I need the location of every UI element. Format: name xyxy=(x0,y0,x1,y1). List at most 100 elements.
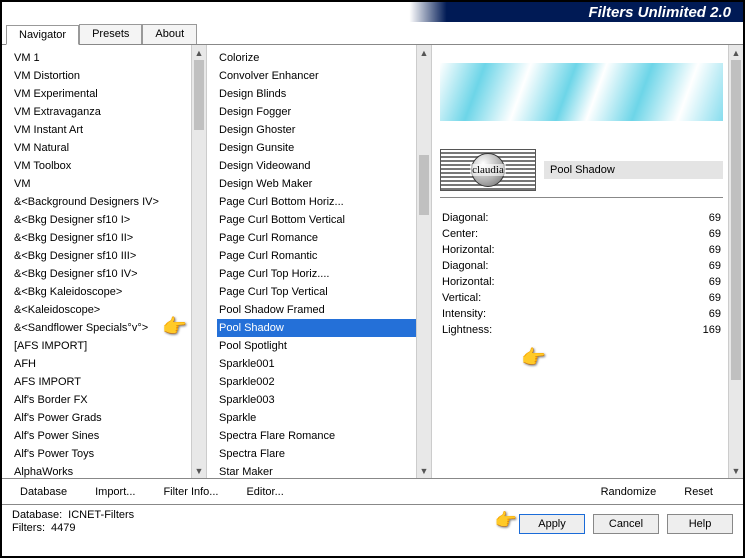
scroll-track[interactable] xyxy=(192,60,206,463)
tab-presets[interactable]: Presets xyxy=(79,24,142,44)
reset-button[interactable]: Reset xyxy=(684,486,713,498)
param-row[interactable]: Lightness:169 xyxy=(440,322,723,338)
list-item[interactable]: Page Curl Romance xyxy=(217,229,429,247)
scrollbar-col2[interactable]: ▲ ▼ xyxy=(416,45,431,478)
list-item[interactable]: &<Bkg Designer sf10 IV> xyxy=(12,265,204,283)
filter-column: ColorizeConvolver EnhancerDesign BlindsD… xyxy=(207,45,432,478)
list-item[interactable]: Design Blinds xyxy=(217,85,429,103)
scroll-down-icon[interactable]: ▼ xyxy=(729,463,743,478)
param-label: Diagonal: xyxy=(442,260,488,272)
param-row[interactable]: Horizontal:69 xyxy=(440,242,723,258)
param-row[interactable]: Diagonal:69 xyxy=(440,258,723,274)
list-item[interactable]: &<Bkg Designer sf10 II> xyxy=(12,229,204,247)
tab-bar: Navigator Presets About xyxy=(2,22,743,45)
list-item[interactable]: Convolver Enhancer xyxy=(217,67,429,85)
list-item[interactable]: Pool Shadow Framed xyxy=(217,301,429,319)
list-item[interactable]: Spectra Flare xyxy=(217,445,429,463)
list-item[interactable]: Page Curl Top Horiz.... xyxy=(217,265,429,283)
list-item[interactable]: Design Gunsite xyxy=(217,139,429,157)
filter-list[interactable]: ColorizeConvolver EnhancerDesign BlindsD… xyxy=(207,45,431,478)
status-bar: Database: ICNET-Filters Filters: 4479 👉 … xyxy=(2,504,743,538)
list-item[interactable]: Design Videowand xyxy=(217,157,429,175)
param-label: Horizontal: xyxy=(442,276,495,288)
list-item[interactable]: Page Curl Top Vertical xyxy=(217,283,429,301)
editor-button[interactable]: Editor... xyxy=(246,486,283,498)
preview-content: claudia Pool Shadow Diagonal:69Center:69… xyxy=(432,45,743,478)
param-value: 69 xyxy=(709,228,721,240)
list-item[interactable]: Sparkle xyxy=(217,409,429,427)
list-item[interactable]: VM 1 xyxy=(12,49,204,67)
scrollbar-col3[interactable]: ▲ ▼ xyxy=(728,45,743,478)
param-row[interactable]: Diagonal:69 xyxy=(440,210,723,226)
list-item[interactable]: AFH xyxy=(12,355,204,373)
scrollbar-col1[interactable]: ▲ ▼ xyxy=(191,45,206,478)
tab-about[interactable]: About xyxy=(142,24,197,44)
list-item[interactable]: Design Ghoster xyxy=(217,121,429,139)
scroll-down-icon[interactable]: ▼ xyxy=(192,463,206,478)
category-column: VM 1VM DistortionVM ExperimentalVM Extra… xyxy=(2,45,207,478)
list-item[interactable]: &<Kaleidoscope> xyxy=(12,301,204,319)
list-item[interactable]: VM xyxy=(12,175,204,193)
list-item[interactable]: Design Web Maker xyxy=(217,175,429,193)
list-item[interactable]: Design Fogger xyxy=(217,103,429,121)
dialog-buttons: 👉 Apply Cancel Help xyxy=(519,514,733,534)
filter-info-button[interactable]: Filter Info... xyxy=(163,486,218,498)
randomize-button[interactable]: Randomize xyxy=(601,486,657,498)
scroll-track[interactable] xyxy=(729,60,743,463)
list-item[interactable]: Sparkle003 xyxy=(217,391,429,409)
list-item[interactable]: AFS IMPORT xyxy=(12,373,204,391)
list-item[interactable]: &<Background Designers IV> xyxy=(12,193,204,211)
cancel-button[interactable]: Cancel xyxy=(593,514,659,534)
list-item[interactable]: Sparkle002 xyxy=(217,373,429,391)
scroll-up-icon[interactable]: ▲ xyxy=(192,45,206,60)
list-item[interactable]: Page Curl Romantic xyxy=(217,247,429,265)
main-area: VM 1VM DistortionVM ExperimentalVM Extra… xyxy=(2,45,743,478)
list-item[interactable]: VM Instant Art xyxy=(12,121,204,139)
filter-preview xyxy=(440,63,723,121)
filters-label: Filters: xyxy=(12,522,45,534)
list-item[interactable]: &<Bkg Kaleidoscope> xyxy=(12,283,204,301)
list-item[interactable]: Alf's Power Grads xyxy=(12,409,204,427)
list-item[interactable]: Alf's Border FX xyxy=(12,391,204,409)
param-row[interactable]: Center: 69 xyxy=(440,226,723,242)
scroll-thumb[interactable] xyxy=(419,155,429,215)
list-item[interactable]: &<Sandflower Specials°v°> xyxy=(12,319,204,337)
list-item[interactable]: Alf's Power Sines xyxy=(12,427,204,445)
list-item[interactable]: Star Maker xyxy=(217,463,429,478)
list-item[interactable]: &<Bkg Designer sf10 III> xyxy=(12,247,204,265)
list-item[interactable]: AlphaWorks xyxy=(12,463,204,478)
db-label: Database: xyxy=(12,509,62,521)
scroll-thumb[interactable] xyxy=(731,60,741,380)
param-row[interactable]: Vertical:69 xyxy=(440,290,723,306)
help-button[interactable]: Help xyxy=(667,514,733,534)
list-item[interactable]: Page Curl Bottom Vertical xyxy=(217,211,429,229)
list-item[interactable]: Pool Spotlight xyxy=(217,337,429,355)
list-item[interactable]: Colorize xyxy=(217,49,429,67)
list-item[interactable]: VM Toolbox xyxy=(12,157,204,175)
list-item[interactable]: VM Experimental xyxy=(12,85,204,103)
filter-name: Pool Shadow xyxy=(544,161,723,179)
scroll-up-icon[interactable]: ▲ xyxy=(729,45,743,60)
category-list[interactable]: VM 1VM DistortionVM ExperimentalVM Extra… xyxy=(2,45,206,478)
list-item[interactable]: Pool Shadow xyxy=(217,319,429,337)
list-item[interactable]: Alf's Power Toys xyxy=(12,445,204,463)
param-row[interactable]: Horizontal:69 xyxy=(440,274,723,290)
list-item[interactable]: VM Extravaganza xyxy=(12,103,204,121)
scroll-track[interactable] xyxy=(417,60,431,463)
param-label: Center: xyxy=(442,228,478,240)
list-item[interactable]: VM Natural xyxy=(12,139,204,157)
list-item[interactable]: [AFS IMPORT] xyxy=(12,337,204,355)
scroll-down-icon[interactable]: ▼ xyxy=(417,463,431,478)
tab-navigator[interactable]: Navigator xyxy=(6,25,79,45)
list-item[interactable]: Spectra Flare Romance xyxy=(217,427,429,445)
apply-button[interactable]: Apply xyxy=(519,514,585,534)
list-item[interactable]: VM Distortion xyxy=(12,67,204,85)
list-item[interactable]: Page Curl Bottom Horiz... xyxy=(217,193,429,211)
scroll-thumb[interactable] xyxy=(194,60,204,130)
scroll-up-icon[interactable]: ▲ xyxy=(417,45,431,60)
list-item[interactable]: Sparkle001 xyxy=(217,355,429,373)
param-row[interactable]: Intensity:69 xyxy=(440,306,723,322)
list-item[interactable]: &<Bkg Designer sf10 I> xyxy=(12,211,204,229)
import-button[interactable]: Import... xyxy=(95,486,135,498)
database-button[interactable]: Database xyxy=(20,486,67,498)
